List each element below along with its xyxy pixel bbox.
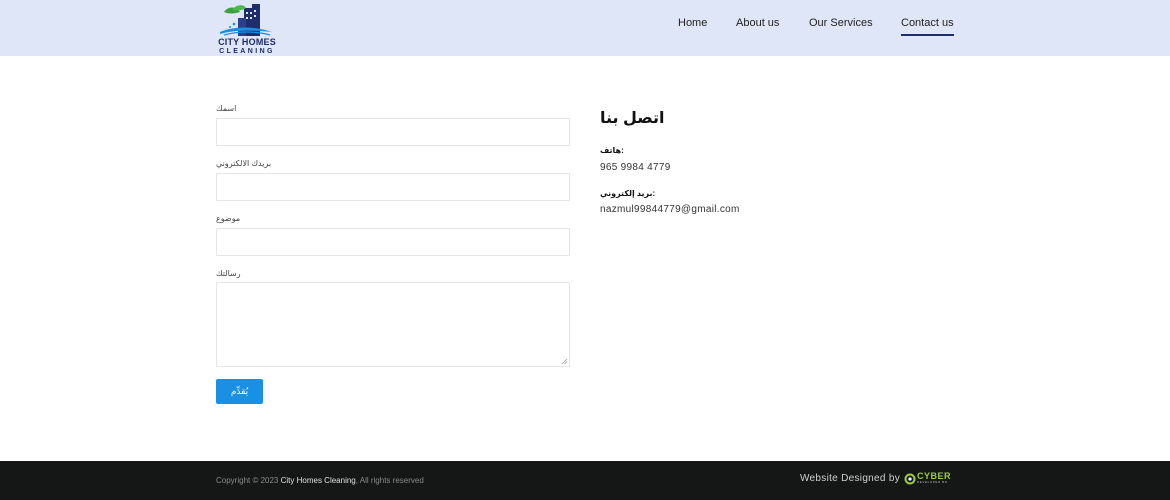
nav-home[interactable]: Home [678,17,707,29]
phone-value: 965 9984 4779 [600,162,671,173]
logo-wordmark: CITY HOMES CLEANING [216,37,278,56]
site-footer: Copyright © 2023 City Homes Cleaning, Al… [0,461,1170,500]
copyright-prefix: Copyright © 2023 [216,476,281,485]
nav-our-services[interactable]: Our Services [809,17,873,29]
phone-label: هاتف: [600,146,624,155]
copyright-text: Copyright © 2023 City Homes Cleaning, Al… [216,476,424,485]
designer-subtitle: DEVELOPER BD [917,480,948,484]
nav-contact-us[interactable]: Contact us [901,17,954,36]
submit-button[interactable]: يُقدِّم [216,379,263,404]
email-input[interactable] [216,173,570,201]
email-info-label: بريد إلكتروني: [600,189,656,198]
name-label: اسمك [216,104,237,113]
copyright-brand-link[interactable]: City Homes Cleaning [281,476,356,485]
resize-grip-icon[interactable] [561,358,568,365]
message-textarea[interactable] [216,282,570,367]
copyright-suffix: , All rights reserved [355,476,424,485]
contact-title: اتصل بنا [600,110,665,127]
logo-line-1: CITY HOMES [218,37,276,47]
site-header: CITY HOMES CLEANING Home About us Our Se… [0,0,1170,56]
nav-about-us[interactable]: About us [736,17,779,29]
email-label: بريدك الالكتروني [216,159,272,168]
subject-label: موضوع [216,214,241,223]
subject-input[interactable] [216,228,570,256]
designed-by-text: Website Designed by [800,473,901,484]
email-info-value: nazmul99844779@gmail.com [600,204,740,215]
message-label: رسالتك [216,269,241,278]
name-input[interactable] [216,118,570,146]
logo-line-2: CLEANING [219,48,275,55]
